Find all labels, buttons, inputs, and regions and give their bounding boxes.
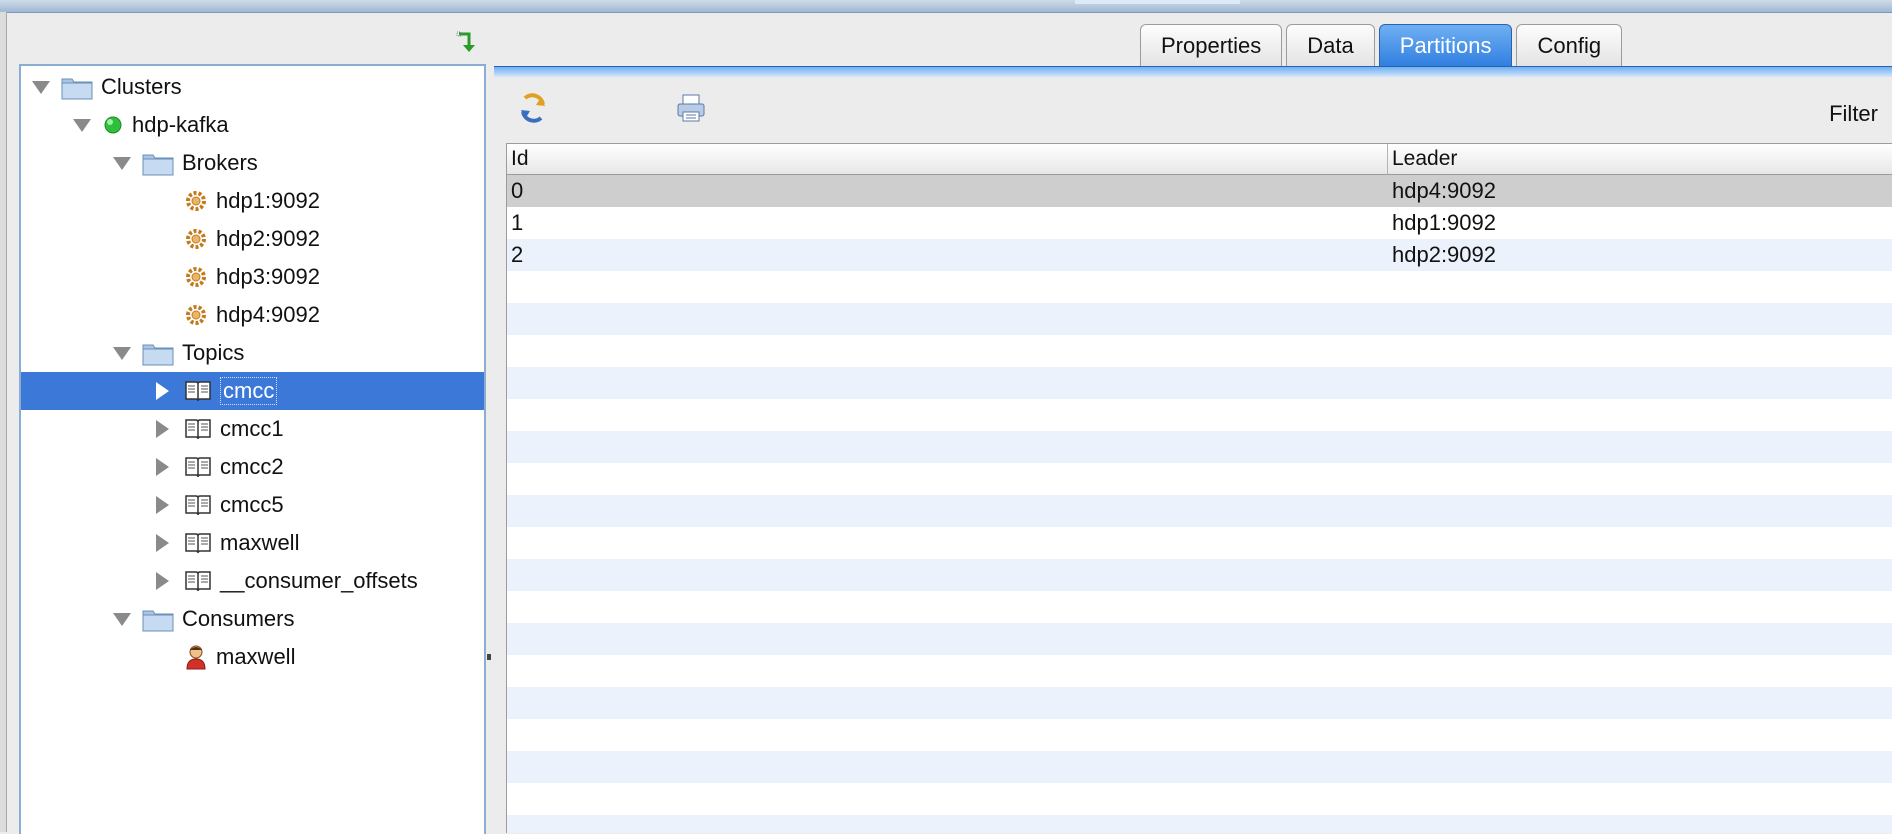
expand-toggle[interactable] xyxy=(152,381,172,401)
tree-label: cmcc xyxy=(220,377,278,405)
refresh-icon xyxy=(517,92,549,130)
splitter-handle[interactable] xyxy=(487,654,491,660)
tree-node-clusters[interactable]: Clusters xyxy=(21,68,484,106)
tree-node-topic[interactable]: maxwell xyxy=(21,524,484,562)
expand-toggle[interactable] xyxy=(152,571,172,591)
print-button[interactable] xyxy=(674,94,708,128)
tree-node-broker[interactable]: hdp4:9092 xyxy=(21,296,484,334)
folder-icon xyxy=(61,74,93,100)
folder-icon xyxy=(142,150,174,176)
gear-icon xyxy=(184,302,208,328)
tree-node-broker[interactable]: hdp2:9092 xyxy=(21,220,484,258)
cell-id: 0 xyxy=(511,178,524,203)
folder-icon xyxy=(142,606,174,632)
empty-row-stripe xyxy=(507,367,1892,399)
tree-label: maxwell xyxy=(216,644,296,669)
table-row[interactable]: 2 hdp2:9092 xyxy=(507,239,1892,271)
empty-row-stripe xyxy=(507,495,1892,527)
cell-leader: hdp4:9092 xyxy=(1392,178,1496,203)
table-row[interactable]: 1 hdp1:9092 xyxy=(507,207,1892,239)
table-row[interactable]: 0 hdp4:9092 xyxy=(507,175,1892,207)
tree-node-broker[interactable]: hdp3:9092 xyxy=(21,258,484,296)
empty-row-stripe xyxy=(507,559,1892,591)
tree-node-topics[interactable]: Topics xyxy=(21,334,484,372)
tree-label: cmcc5 xyxy=(220,492,284,517)
expand-toggle[interactable] xyxy=(31,77,51,97)
tree-node-topic[interactable]: cmcc2 xyxy=(21,448,484,486)
tree-label: Consumers xyxy=(182,606,295,631)
table-header: Id Leader xyxy=(507,144,1892,175)
tree-label: Topics xyxy=(182,340,245,365)
tree-node-broker[interactable]: hdp1:9092 xyxy=(21,182,484,220)
tree-label: cmcc2 xyxy=(220,454,284,479)
tree-node-topic[interactable]: cmcc5 xyxy=(21,486,484,524)
partitions-toolbar: Filter xyxy=(494,77,1892,143)
expand-toggle[interactable] xyxy=(72,115,92,135)
left-edge xyxy=(0,12,7,832)
expand-toggle[interactable] xyxy=(152,533,172,553)
book-icon xyxy=(184,530,212,556)
status-online-icon xyxy=(102,112,124,138)
tree-node-consumers[interactable]: Consumers xyxy=(21,600,484,638)
user-icon xyxy=(184,644,208,670)
sync-arrow-icon[interactable] xyxy=(455,30,481,56)
detail-tabs: Properties Data Partitions Config xyxy=(1140,24,1626,68)
empty-row-stripe xyxy=(507,303,1892,335)
tree-label: hdp-kafka xyxy=(132,112,229,137)
tree-label: __consumer_offsets xyxy=(220,568,418,593)
tree-label: maxwell xyxy=(220,530,300,555)
empty-row-stripe xyxy=(507,751,1892,783)
tab-data[interactable]: Data xyxy=(1286,24,1375,67)
column-header-id[interactable]: Id xyxy=(507,144,1391,174)
print-icon xyxy=(675,92,707,130)
column-header-leader[interactable]: Leader xyxy=(1387,144,1892,174)
filter-label: Filter xyxy=(1829,101,1878,126)
tree-label: hdp2:9092 xyxy=(216,226,320,251)
window-top-strip xyxy=(0,0,1892,13)
cell-leader: hdp2:9092 xyxy=(1392,242,1496,267)
folder-icon xyxy=(142,340,174,366)
empty-row-stripe xyxy=(507,623,1892,655)
book-icon xyxy=(184,568,212,594)
tree-label: Clusters xyxy=(101,74,182,99)
book-icon xyxy=(184,378,212,404)
gear-icon xyxy=(184,188,208,214)
book-icon xyxy=(184,416,212,442)
refresh-button[interactable] xyxy=(516,92,550,130)
empty-row-stripe xyxy=(507,687,1892,719)
cell-id: 2 xyxy=(511,242,524,267)
expand-toggle[interactable] xyxy=(112,153,132,173)
cluster-tree[interactable]: Clusters hdp-kafka Brokers hdp1:9092 hdp… xyxy=(19,64,486,834)
expand-toggle[interactable] xyxy=(152,457,172,477)
tree-label: hdp1:9092 xyxy=(216,188,320,213)
tree-node-topic[interactable]: __consumer_offsets xyxy=(21,562,484,600)
partitions-panel: Filter Id Leader 0 hdp4:9092 1 hdp1:9092… xyxy=(494,77,1892,833)
cell-id: 1 xyxy=(511,210,524,235)
cell-leader: hdp1:9092 xyxy=(1392,210,1496,235)
tree-node-topic[interactable]: cmcc1 xyxy=(21,410,484,448)
tree-label: Brokers xyxy=(182,150,258,175)
empty-row-stripe xyxy=(507,815,1892,833)
tab-underline xyxy=(494,66,1892,77)
empty-row-stripe xyxy=(507,431,1892,463)
tree-label: cmcc1 xyxy=(220,416,284,441)
book-icon xyxy=(184,454,212,480)
tab-config[interactable]: Config xyxy=(1516,24,1623,67)
tree-node-topic-selected[interactable]: cmcc xyxy=(21,372,484,410)
expand-toggle[interactable] xyxy=(112,343,132,363)
gear-icon xyxy=(184,264,208,290)
partitions-table[interactable]: Id Leader 0 hdp4:9092 1 hdp1:9092 2 hdp2… xyxy=(506,143,1892,833)
tree-label: hdp4:9092 xyxy=(216,302,320,327)
tree-node-brokers[interactable]: Brokers xyxy=(21,144,484,182)
tree-node-cluster[interactable]: hdp-kafka xyxy=(21,106,484,144)
tree-label: hdp3:9092 xyxy=(216,264,320,289)
tab-properties[interactable]: Properties xyxy=(1140,24,1283,67)
expand-toggle[interactable] xyxy=(152,495,172,515)
expand-toggle[interactable] xyxy=(112,609,132,629)
gear-icon xyxy=(184,226,208,252)
book-icon xyxy=(184,492,212,518)
expand-toggle[interactable] xyxy=(152,419,172,439)
tab-partitions[interactable]: Partitions xyxy=(1378,24,1513,67)
tree-node-consumer[interactable]: maxwell xyxy=(21,638,484,676)
